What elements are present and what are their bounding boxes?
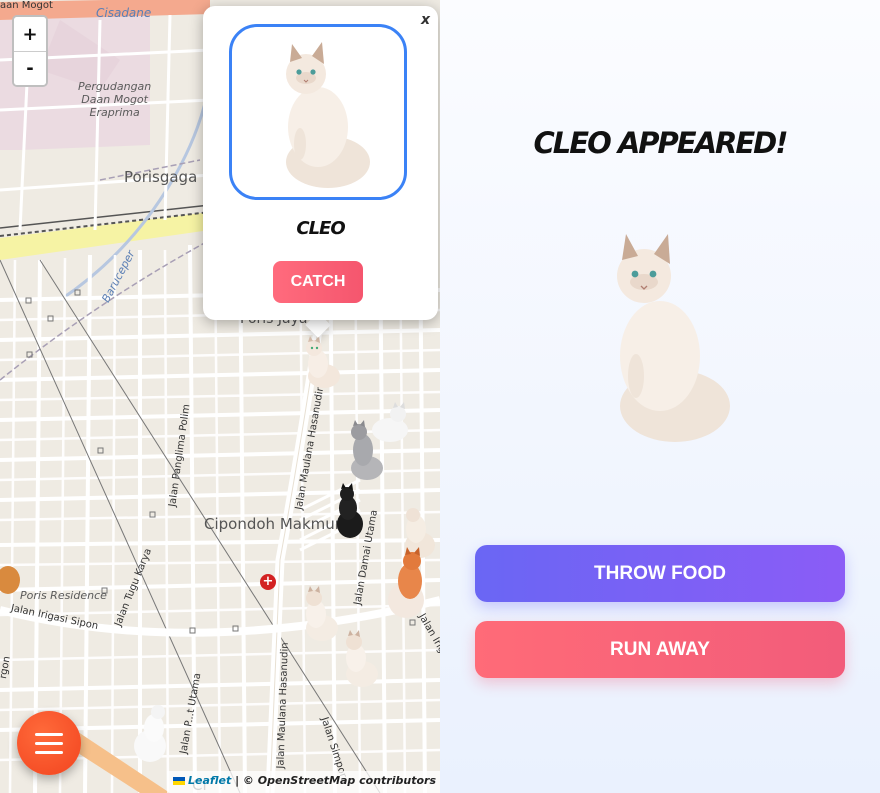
hamburger-icon [35, 733, 63, 736]
zoom-control: + - [12, 15, 48, 87]
leaflet-link[interactable]: Leaflet [188, 774, 231, 787]
popup-cat-name: CLEO [296, 218, 345, 239]
cat-marker-ragdoll-2[interactable] [338, 630, 382, 690]
encounter-title: CLEO APPEARED! [533, 126, 789, 160]
ukraine-flag-icon [172, 777, 185, 785]
hamburger-icon-line [35, 742, 63, 745]
throw-food-button[interactable]: THROW FOOD [475, 545, 845, 602]
map-label-poris-residence: Poris Residence [20, 589, 107, 602]
attribution-separator: | © [231, 774, 258, 787]
cat-marker-white-2[interactable] [128, 702, 172, 766]
encounter-cat-image [580, 226, 740, 457]
zoom-in-button[interactable]: + [14, 17, 46, 51]
map-view[interactable]: aan Mogot Cisadane Pergudangan Daan Mogo… [0, 0, 440, 793]
map-label-warehouse: Pergudangan Daan Mogot Eraprima [78, 80, 152, 119]
cat-image [286, 42, 370, 188]
hamburger-icon-line [35, 751, 63, 754]
run-away-button[interactable]: RUN AWAY [475, 621, 845, 678]
hospital-marker-icon[interactable]: + [260, 574, 276, 590]
cat-marker-ragdoll[interactable] [298, 586, 342, 644]
menu-button[interactable] [17, 711, 81, 775]
cat-marker-orange[interactable] [380, 545, 430, 625]
map-attribution: Leaflet | © OpenStreetMap contributors [166, 771, 440, 793]
cat-popup: x CLEO CATCH [203, 6, 438, 320]
cat-marker-ginger[interactable] [0, 560, 22, 596]
map-label-porisgaga: Porisgaga [124, 168, 198, 186]
catch-button[interactable]: CATCH [273, 261, 363, 303]
popup-close-button[interactable]: x [421, 12, 430, 28]
popup-cat-portrait [229, 24, 407, 200]
zoom-out-button[interactable]: - [14, 51, 46, 85]
osm-link[interactable]: OpenStreetMap contributors [258, 774, 436, 787]
map-label-cipondoh: Cipondoh Makmur [204, 515, 341, 533]
cat-marker-grey[interactable] [345, 420, 385, 484]
encounter-panel: CLEO APPEARED! THROW FOOD RUN AWAY [440, 0, 880, 793]
cat-marker-black[interactable] [332, 482, 366, 540]
map-label-cisadane: Cisadane [96, 6, 152, 20]
cat-marker-cleo[interactable] [300, 336, 342, 392]
map-label-daan-mogot: aan Mogot [0, 0, 53, 11]
